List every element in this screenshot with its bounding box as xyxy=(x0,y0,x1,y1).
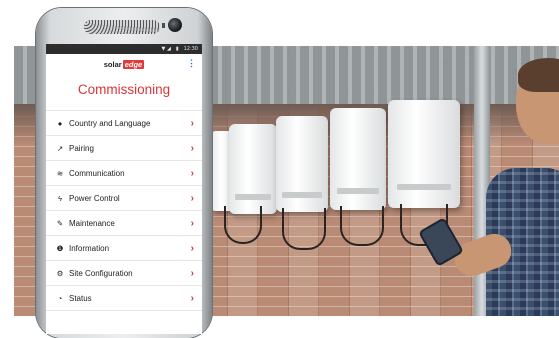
menu-item-label: Communication xyxy=(69,168,125,178)
menu-item-label: Maintenance xyxy=(69,218,115,228)
wifi-icon: ≋ xyxy=(56,168,64,178)
menu-item-label: Status xyxy=(69,293,92,303)
status-bar: ▼ ◢ ▮ 12:30 xyxy=(46,44,202,54)
phone-screen: ▼ ◢ ▮ 12:30 solar edge ⋮ Commissioning ● … xyxy=(46,44,202,334)
menu-item-information[interactable]: ❶ Information › xyxy=(46,236,202,261)
menu-item-label: Site Configuration xyxy=(69,268,133,278)
menu-item-communication[interactable]: ≋ Communication › xyxy=(46,161,202,186)
cable xyxy=(224,206,262,244)
signal-icon: ▼ ◢ xyxy=(161,46,171,52)
menu-item-pairing[interactable]: ↗ Pairing › xyxy=(46,136,202,161)
chevron-right-icon: › xyxy=(190,242,194,254)
menu-item-site-configuration[interactable]: ⚙ Site Configuration › xyxy=(46,261,202,286)
globe-icon: ● xyxy=(57,118,63,128)
gears-icon: ⚙ xyxy=(56,268,64,278)
chevron-right-icon: › xyxy=(190,167,194,179)
menu-item-label: Power Control xyxy=(69,193,120,203)
menu-item-label: Pairing xyxy=(69,143,94,153)
menu-item-label: Information xyxy=(69,243,110,253)
front-camera-icon xyxy=(168,18,182,32)
cable xyxy=(340,206,384,246)
inverter-unit-4 xyxy=(330,108,386,210)
battery-icon: ▮ xyxy=(175,46,179,52)
chevron-right-icon: › xyxy=(190,267,194,279)
menu-item-status[interactable]: ◔ Status › xyxy=(46,286,202,311)
dashboard-icon: ◔ xyxy=(57,293,63,303)
proximity-sensor xyxy=(162,23,165,28)
menu-item-power-control[interactable]: ϟ Power Control › xyxy=(46,186,202,211)
bolt-icon: ϟ xyxy=(58,193,62,203)
menu-item-country-language[interactable]: ● Country and Language › xyxy=(46,111,202,136)
app-bar: solar edge ⋮ xyxy=(46,54,202,74)
inverter-unit-3 xyxy=(276,116,328,212)
logo-text-main: solar xyxy=(103,59,122,69)
cable xyxy=(282,208,326,250)
commissioning-menu: ● Country and Language › ↗ Pairing › ≋ C… xyxy=(46,110,202,311)
info-icon: ❶ xyxy=(56,243,64,253)
chevron-right-icon: › xyxy=(190,192,194,204)
page-title: Commissioning xyxy=(77,82,171,97)
kebab-menu-icon[interactable]: ⋮ xyxy=(187,59,196,68)
pairing-icon: ↗ xyxy=(56,143,64,153)
technician-person xyxy=(418,56,559,316)
speaker-grille xyxy=(84,20,160,34)
phone-device: ▼ ◢ ▮ 12:30 solar edge ⋮ Commissioning ● … xyxy=(36,8,212,338)
solaredge-logo: solar edge xyxy=(103,59,145,69)
chevron-right-icon: › xyxy=(190,117,194,129)
inverter-unit-2 xyxy=(229,124,277,214)
chevron-right-icon: › xyxy=(190,142,194,154)
menu-item-label: Country and Language xyxy=(69,118,151,128)
status-time: 12:30 xyxy=(183,46,198,52)
chevron-right-icon: › xyxy=(190,217,194,229)
wrench-icon: ✎ xyxy=(56,218,64,228)
chevron-right-icon: › xyxy=(190,292,194,304)
person-hair xyxy=(518,58,559,92)
menu-item-maintenance[interactable]: ✎ Maintenance › xyxy=(46,211,202,236)
logo-text-accent: edge xyxy=(122,59,145,69)
